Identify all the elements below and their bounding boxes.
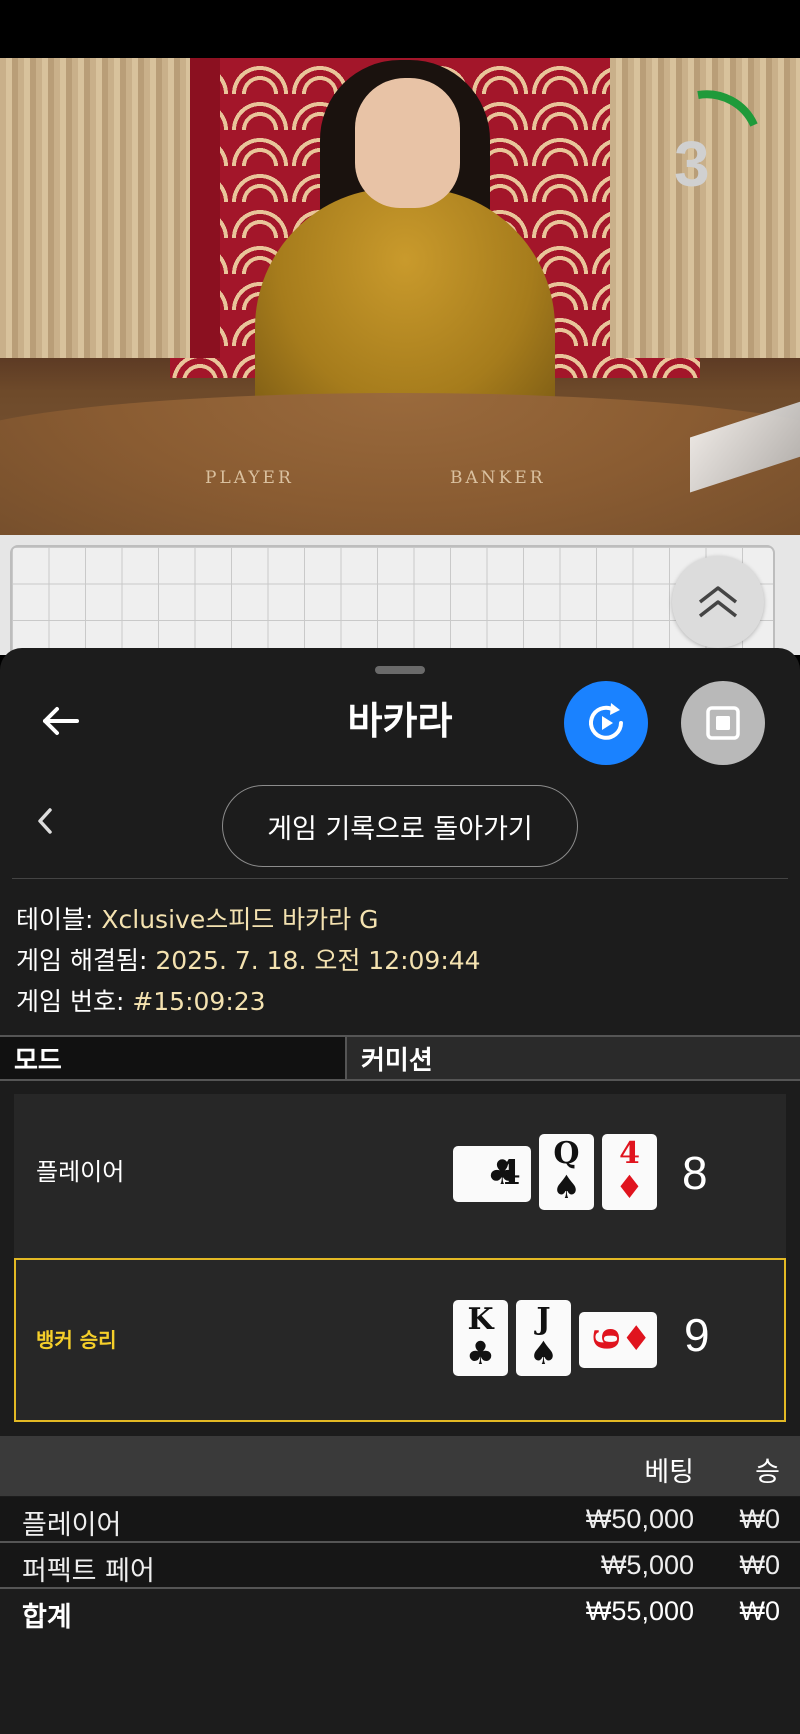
playing-card: ♣ 4 <box>453 1146 531 1202</box>
total-label: 합계 <box>22 1602 72 1633</box>
playing-card: 9 ♦ <box>579 1312 657 1368</box>
countdown-timer: 3 <box>660 85 760 200</box>
bet-name: 플레이어 <box>22 1510 122 1541</box>
bet-name: 퍼펙트 페어 <box>22 1556 155 1587</box>
card-suit: ♠ <box>529 1334 558 1372</box>
banker-win-label: 뱅커 승리 <box>36 1328 117 1352</box>
banker-hand-row: 뱅커 승리 K ♣ J ♠ 9 ♦ 9 <box>14 1258 786 1422</box>
bets-header-win: 승 <box>755 1457 780 1488</box>
video-curtain-left <box>0 58 190 358</box>
history-back-chevron[interactable] <box>32 806 58 836</box>
info-resolved-label: 게임 해결됨: <box>16 946 148 975</box>
info-table-label: 테이블: <box>16 905 94 934</box>
collapse-up-button[interactable] <box>672 556 764 648</box>
tab-mode[interactable]: 모드 <box>0 1037 347 1079</box>
player-score: 8 <box>682 1147 708 1199</box>
playing-card: K ♣ <box>453 1300 508 1376</box>
back-to-history-button[interactable]: 게임 기록으로 돌아가기 <box>222 785 578 867</box>
bet-amount: ₩50,000 <box>585 1504 694 1534</box>
replay-button[interactable] <box>564 681 648 765</box>
table-label-player: PLAYER <box>205 468 294 488</box>
card-rank: J <box>536 1302 551 1337</box>
page-title: 바카라 <box>347 699 453 743</box>
table-label-banker: BANKER <box>450 468 546 488</box>
chevron-left-icon <box>38 808 52 834</box>
player-hand-row: 플레이어 ♣ 4 Q ♠ 4 ♦ 8 <box>14 1094 786 1258</box>
drag-handle[interactable] <box>375 666 425 674</box>
card-rank: 4 <box>497 1153 521 1193</box>
card-rank: Q <box>553 1136 580 1171</box>
card-suit: ♣ <box>466 1334 495 1372</box>
win-amount: ₩0 <box>739 1550 781 1580</box>
info-number-value: #15:09:23 <box>132 987 266 1016</box>
dealer-face <box>355 78 460 208</box>
table-row: 플레이어 ₩50,000 ₩0 <box>0 1497 800 1543</box>
card-suit: ♦ <box>615 1168 644 1206</box>
replay-icon <box>589 703 623 740</box>
info-game-number: 게임 번호: #15:09:23 <box>16 982 266 1018</box>
info-table: 테이블: Xclusive스피드 바카라 G <box>16 900 378 936</box>
bet-amount: ₩5,000 <box>600 1550 694 1580</box>
bets-table-header: 베팅 승 <box>0 1436 800 1496</box>
total-win: ₩0 <box>739 1596 781 1626</box>
info-table-value: Xclusive스피드 바카라 G <box>101 905 379 934</box>
baccarat-table <box>0 393 800 535</box>
info-number-label: 게임 번호: <box>16 987 125 1016</box>
mode-tabs: 모드 커미션 <box>0 1035 800 1081</box>
win-amount: ₩0 <box>739 1504 781 1534</box>
player-hand-label: 플레이어 <box>36 1158 125 1186</box>
stop-button[interactable] <box>681 681 765 765</box>
game-detail-panel: 바카라 게임 기록으로 돌아가기 테이블: Xclusive스피드 바카라 G … <box>0 648 800 1734</box>
roadmap-grid <box>10 545 775 665</box>
total-bet: ₩55,000 <box>585 1596 694 1626</box>
tab-commission[interactable]: 커미션 <box>347 1037 800 1079</box>
banker-score: 9 <box>684 1309 710 1361</box>
info-resolved: 게임 해결됨: 2025. 7. 18. 오전 12:09:44 <box>16 941 481 977</box>
card-rank: K <box>467 1302 494 1337</box>
divider <box>12 878 788 879</box>
playing-card: 4 ♦ <box>602 1134 657 1210</box>
info-resolved-value: 2025. 7. 18. 오전 12:09:44 <box>155 946 481 975</box>
playing-card: J ♠ <box>516 1300 571 1376</box>
table-row: 퍼펙트 페어 ₩5,000 ₩0 <box>0 1543 800 1589</box>
card-rank: 9 <box>584 1327 625 1351</box>
playing-card: Q ♠ <box>539 1134 594 1210</box>
card-rank: 4 <box>619 1136 640 1171</box>
stop-icon <box>706 706 740 740</box>
countdown-number: 3 <box>674 128 710 200</box>
card-suit: ♠ <box>552 1168 581 1206</box>
card-suit: ♦ <box>621 1319 652 1359</box>
bets-total-row: 합계 ₩55,000 ₩0 <box>0 1589 800 1635</box>
bets-header-bet: 베팅 <box>644 1457 694 1488</box>
double-chevron-up-icon <box>698 586 738 618</box>
